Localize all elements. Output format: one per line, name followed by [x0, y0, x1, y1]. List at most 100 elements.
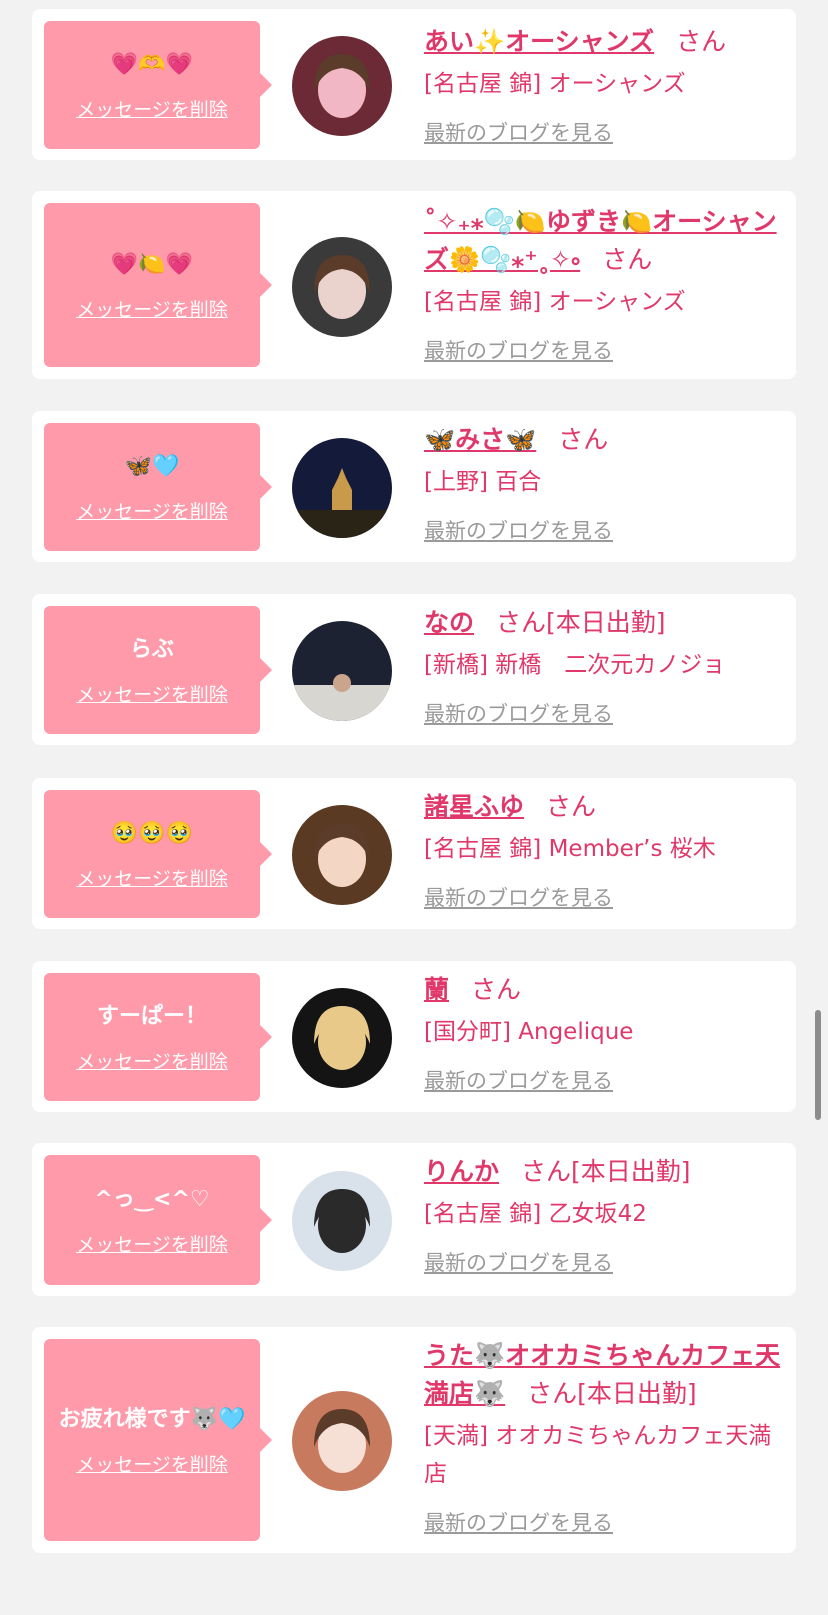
cast-info: 諸星ふゆ さん [名古屋 錦] Member’s 桜木最新のブログを見る: [424, 788, 784, 912]
cast-info: ˚✧₊⁎🫧🍋ゆずき🍋オーシャンズ🌼🫧⁎⁺˳✧༚ さん [名古屋 錦] オーシャンズ最…: [424, 203, 784, 365]
honorific-label: さん: [471, 975, 522, 1004]
cast-name-line: 諸星ふゆ さん: [424, 788, 784, 826]
cast-name-link[interactable]: あい✨オーシャンズ: [424, 27, 654, 56]
avatar[interactable]: [292, 36, 392, 136]
message-text: お疲れ様です🐺🩵: [58, 1406, 246, 1432]
shop-label: [名古屋 錦] オーシャンズ: [424, 289, 686, 315]
cast-name-link[interactable]: りんか: [424, 1157, 499, 1186]
latest-blog-link[interactable]: 最新のブログを見る: [424, 882, 613, 912]
honorific-label: さん: [546, 792, 597, 821]
cast-name-line: りんか さん[本日出勤]: [424, 1153, 784, 1191]
message-card: 🥹🥹🥹 メッセージを削除 諸星ふゆ さん [名古屋 錦] Member’s 桜木最新のブ…: [32, 778, 796, 929]
message-card: 💗🍋💗 メッセージを削除 ˚✧₊⁎🫧🍋ゆずき🍋オーシャンズ🌼🫧⁎⁺˳✧༚ さん [名古屋…: [32, 191, 796, 379]
shop-label: [名古屋 錦] 乙女坂42: [424, 1201, 647, 1227]
shop-label: [名古屋 錦] Member’s 桜木: [424, 836, 716, 862]
girl-photo-avatar: [292, 36, 392, 136]
avatar[interactable]: [292, 988, 392, 1088]
attendance-badge: [本日出勤]: [571, 1157, 691, 1186]
message-bubble: 🥹🥹🥹 メッセージを削除: [44, 790, 272, 918]
message-card: 🦋🩵 メッセージを削除 🦋みさ🦋 さん [上野] 百合最新のブログを見る: [32, 411, 796, 562]
latest-blog-link[interactable]: 最新のブログを見る: [424, 1507, 613, 1537]
message-card: すーぱー！ メッセージを削除 蘭さん [国分町] Angelique 最新のブログを見る: [32, 961, 796, 1112]
message-card: お疲れ様です🐺🩵 メッセージを削除 うた🐺オオカミちゃんカフェ天満店🐺 さん[本日出勤…: [32, 1327, 796, 1553]
avatar[interactable]: [292, 1391, 392, 1491]
honorific-label: さん: [676, 27, 727, 56]
message-list: 💗🫶💗 メッセージを削除 あい✨オーシャンズ さん [名古屋 錦] オーシャンズ 最新のブ…: [0, 0, 828, 1615]
night-castle-avatar: [292, 438, 392, 538]
message-text: 🥹🥹🥹: [110, 820, 194, 846]
latest-blog-link[interactable]: 最新のブログを見る: [424, 515, 613, 545]
avatar[interactable]: [292, 237, 392, 337]
maid-photo-avatar: [292, 988, 392, 1088]
girl-photo-avatar: [292, 1391, 392, 1491]
cast-name-link[interactable]: ˚✧₊⁎🫧🍋ゆずき🍋オーシャンズ🌼🫧⁎⁺˳✧༚: [424, 207, 777, 274]
message-text: 💗🫶💗: [110, 51, 194, 77]
delete-message-link[interactable]: メッセージを削除: [76, 1047, 228, 1074]
cast-info: あい✨オーシャンズ さん [名古屋 錦] オーシャンズ最新のブログを見る: [424, 23, 784, 147]
delete-message-link[interactable]: メッセージを削除: [76, 95, 228, 122]
cast-info: 蘭さん [国分町] Angelique 最新のブログを見る: [424, 971, 784, 1095]
delete-message-link[interactable]: メッセージを削除: [76, 864, 228, 891]
message-text: 💗🍋💗: [110, 251, 194, 277]
latest-blog-link[interactable]: 最新のブログを見る: [424, 1065, 613, 1095]
message-text: ^っ‿<^♡: [94, 1186, 210, 1212]
message-card: 💗🫶💗 メッセージを削除 あい✨オーシャンズ さん [名古屋 錦] オーシャンズ最新のブ…: [32, 9, 796, 160]
honorific-label: さん: [558, 425, 609, 454]
attendance-badge: [本日出勤]: [546, 608, 666, 637]
cast-name-link[interactable]: 諸星ふゆ: [424, 792, 524, 821]
attendance-badge: [本日出勤]: [577, 1379, 697, 1408]
cast-name-link[interactable]: 🦋みさ🦋: [424, 425, 536, 454]
scrollbar[interactable]: [815, 1010, 821, 1120]
avatar[interactable]: [292, 1171, 392, 1271]
cast-name-line: なの さん[本日出勤]: [424, 604, 784, 642]
cast-name-line: うた🐺オオカミちゃんカフェ天満店🐺 さん[本日出勤]: [424, 1337, 784, 1413]
message-bubble: 💗🫶💗 メッセージを削除: [44, 21, 272, 149]
cast-name-link[interactable]: なの: [424, 608, 474, 637]
cast-info: なの さん[本日出勤] [新橋] 新橋 二次元カノジョ最新のブログを見る: [424, 604, 784, 728]
message-bubble: らぶメッセージを削除: [44, 606, 272, 734]
shop-label: [上野] 百合: [424, 469, 542, 495]
shop-label: [天満] オオカミちゃんカフェ天満店: [424, 1423, 772, 1487]
message-bubble: すーぱー！ メッセージを削除: [44, 973, 272, 1101]
avatar[interactable]: [292, 438, 392, 538]
cast-name-line: 🦋みさ🦋 さん: [424, 421, 784, 459]
avatar[interactable]: [292, 805, 392, 905]
message-text: らぶ: [129, 636, 174, 662]
cast-info: りんか さん[本日出勤] [名古屋 錦] 乙女坂42 最新のブログを見る: [424, 1153, 784, 1277]
honorific-label: さん: [496, 608, 547, 637]
message-bubble: ^っ‿<^♡ メッセージを削除: [44, 1155, 272, 1285]
delete-message-link[interactable]: メッセージを削除: [76, 680, 228, 707]
shop-label: [国分町] Angelique: [424, 1019, 634, 1045]
message-text: 🦋🩵: [124, 453, 180, 479]
cast-name-line: あい✨オーシャンズ さん: [424, 23, 784, 61]
honorific-label: さん: [602, 245, 653, 274]
message-bubble: 🦋🩵 メッセージを削除: [44, 423, 272, 551]
message-bubble: 💗🍋💗 メッセージを削除: [44, 203, 272, 367]
message-bubble: お疲れ様です🐺🩵 メッセージを削除: [44, 1339, 272, 1541]
cast-name-link[interactable]: 蘭: [424, 975, 449, 1004]
cast-name-line: 蘭さん: [424, 971, 784, 1009]
shop-label: [名古屋 錦] オーシャンズ: [424, 71, 686, 97]
stage-photo-avatar: [292, 621, 392, 721]
delete-message-link[interactable]: メッセージを削除: [76, 295, 228, 322]
message-text: すーぱー！: [96, 1003, 207, 1029]
girl-photo-avatar: [292, 805, 392, 905]
latest-blog-link[interactable]: 最新のブログを見る: [424, 1247, 613, 1277]
honorific-label: さん: [521, 1157, 572, 1186]
cast-info: 🦋みさ🦋 さん [上野] 百合最新のブログを見る: [424, 421, 784, 545]
honorific-label: さん: [527, 1379, 578, 1408]
message-card: ^っ‿<^♡ メッセージを削除 りんか さん[本日出勤] [名古屋 錦] 乙女坂42 最新…: [32, 1143, 796, 1296]
latest-blog-link[interactable]: 最新のブログを見る: [424, 117, 613, 147]
delete-message-link[interactable]: メッセージを削除: [76, 1230, 228, 1257]
girl-photo-avatar: [292, 237, 392, 337]
delete-message-link[interactable]: メッセージを削除: [76, 497, 228, 524]
cast-name-line: ˚✧₊⁎🫧🍋ゆずき🍋オーシャンズ🌼🫧⁎⁺˳✧༚ さん: [424, 203, 784, 279]
delete-message-link[interactable]: メッセージを削除: [76, 1450, 228, 1477]
girl-photo-avatar: [292, 1171, 392, 1271]
latest-blog-link[interactable]: 最新のブログを見る: [424, 335, 613, 365]
cast-info: うた🐺オオカミちゃんカフェ天満店🐺 さん[本日出勤] [天満] オオカミちゃんカフェ…: [424, 1337, 784, 1537]
avatar[interactable]: [292, 621, 392, 721]
message-card: らぶメッセージを削除 なの さん[本日出勤] [新橋] 新橋 二次元カノジョ最新のブロ…: [32, 594, 796, 745]
latest-blog-link[interactable]: 最新のブログを見る: [424, 698, 613, 728]
shop-label: [新橋] 新橋 二次元カノジョ: [424, 652, 726, 678]
